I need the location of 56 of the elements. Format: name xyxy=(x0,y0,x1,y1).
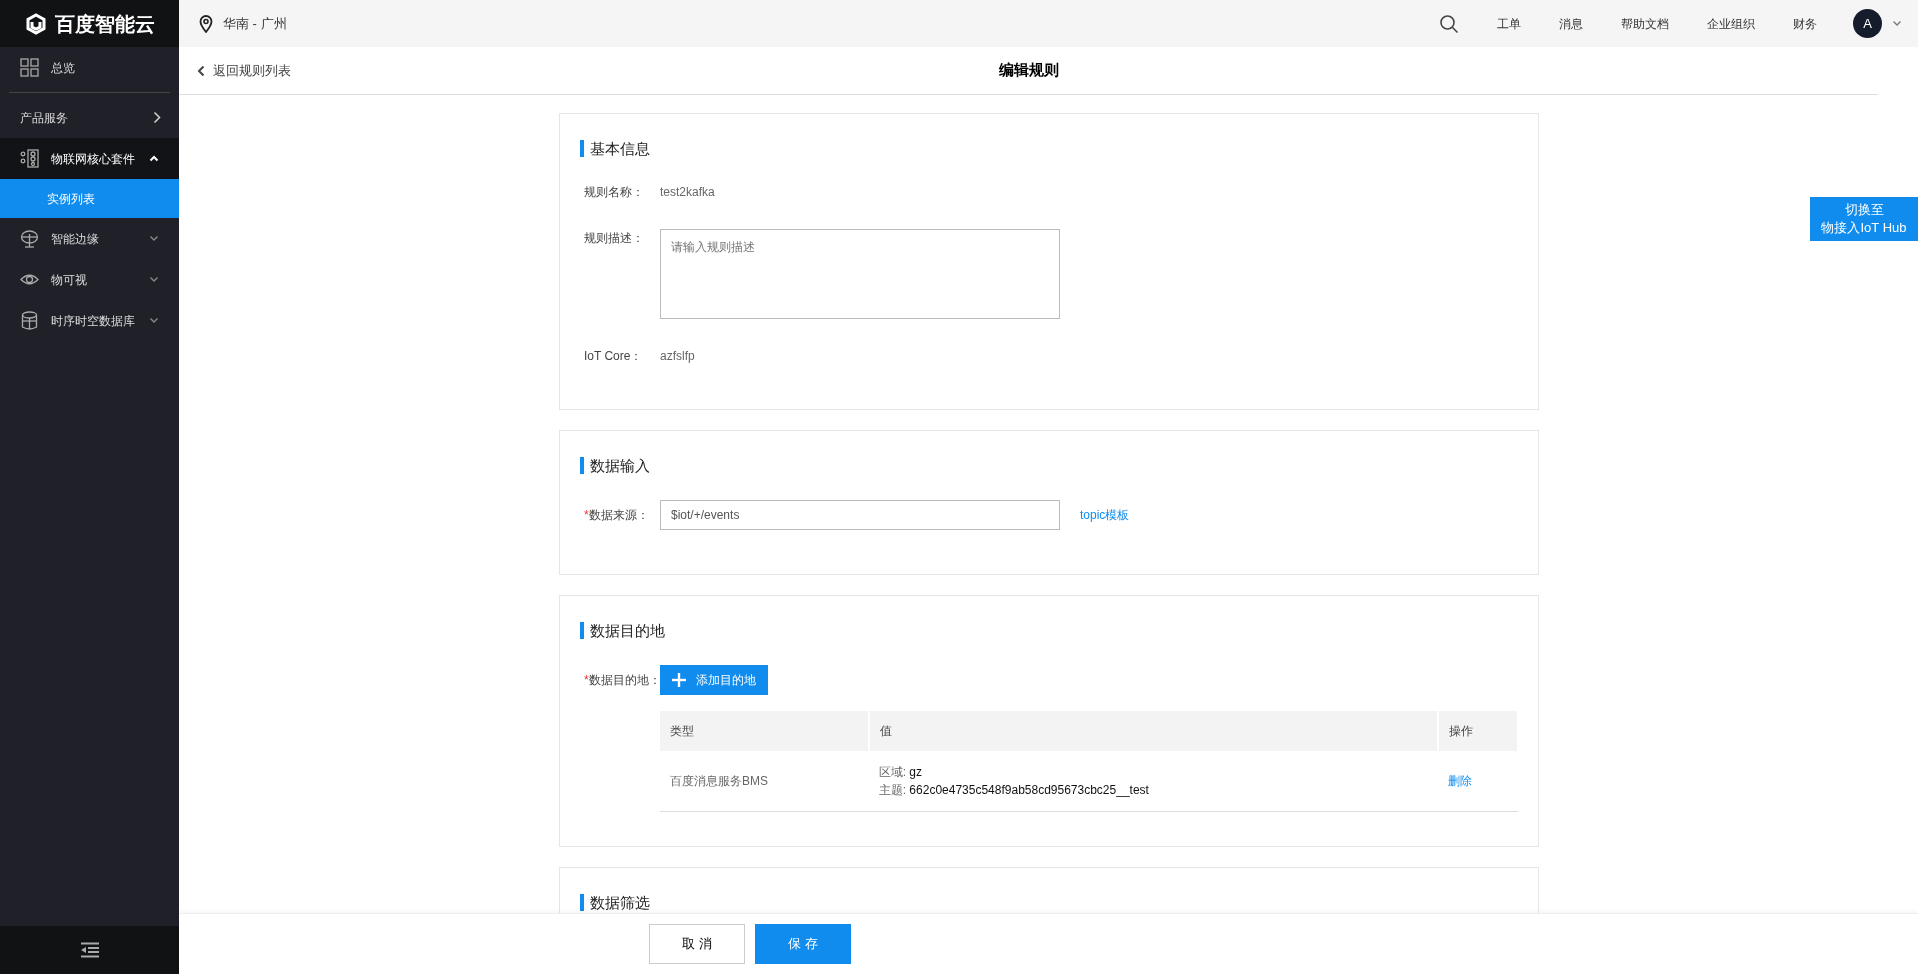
sidebar-item[interactable]: 物可视 xyxy=(0,259,179,300)
save-button[interactable]: 保 存 xyxy=(755,924,851,964)
nav-link[interactable]: 工单 xyxy=(1497,14,1521,33)
description-field[interactable]: 请输入规则描述 xyxy=(660,229,1060,319)
search-icon xyxy=(1439,13,1459,34)
collapse-menu-icon xyxy=(79,942,100,958)
nav-link[interactable]: 消息 xyxy=(1559,14,1583,33)
plus-icon xyxy=(672,673,686,687)
delete-link[interactable]: 删除 xyxy=(1448,773,1473,788)
nav-link[interactable]: 企业组织 xyxy=(1707,14,1755,33)
avatar[interactable]: A xyxy=(1853,9,1882,38)
cancel-button[interactable]: 取 消 xyxy=(649,924,745,964)
section-title: 基本信息 xyxy=(580,140,1518,157)
region-label[interactable]: 华南 - 广州 xyxy=(223,13,287,34)
chevron-down-icon xyxy=(149,317,159,324)
back-link[interactable]: 返回规则列表 xyxy=(197,60,291,81)
column-header: 类型 xyxy=(660,711,869,751)
field-label: *数据来源： xyxy=(583,507,650,524)
sidebar-subitem[interactable]: 实例列表 xyxy=(0,179,179,218)
nav-link[interactable]: 帮助文档 xyxy=(1621,14,1669,33)
source-field[interactable]: $iot/+/events xyxy=(660,500,1060,530)
field-value: azfslfp xyxy=(660,348,695,365)
column-header: 操作 xyxy=(1438,711,1518,751)
globe-stand-icon xyxy=(20,229,39,248)
section-title: 数据目的地 xyxy=(580,622,1518,639)
topic-template-link[interactable]: topic模板 xyxy=(1080,500,1130,530)
field-value: test2kafka xyxy=(660,184,715,201)
sidebar-item[interactable]: 物联网核心套件 xyxy=(0,138,179,179)
section-title: 数据输入 xyxy=(580,457,1518,474)
field-label: 规则描述： xyxy=(583,230,645,247)
field-label: *数据目的地： xyxy=(583,672,660,689)
chevron-left-icon xyxy=(197,64,205,77)
page-title: 编辑规则 xyxy=(998,60,1059,81)
field-label: 规则名称： xyxy=(583,184,645,201)
field-label: IoT Core： xyxy=(583,348,644,365)
sidebar-item[interactable]: 产品服务 xyxy=(0,97,179,138)
column-header: 值 xyxy=(868,711,1439,751)
switch-button[interactable]: 切换至 物接入IoT Hub xyxy=(1810,197,1918,241)
logo-text: 百度智能云 xyxy=(54,11,155,37)
chevron-down-icon xyxy=(149,276,159,283)
grid-icon xyxy=(20,58,39,77)
sidebar-item[interactable]: 时序时空数据库 xyxy=(0,300,179,341)
chevron-down-icon xyxy=(149,235,159,242)
database-icon xyxy=(20,311,39,330)
chevron-down-icon xyxy=(1892,20,1902,27)
sidebar-item[interactable]: 总览 xyxy=(0,47,179,88)
table-cell: 百度消息服务BMS xyxy=(660,751,869,811)
logo-icon xyxy=(24,12,47,35)
node-panel-icon xyxy=(20,149,39,168)
chevron-right-icon xyxy=(153,111,161,124)
location-pin-icon xyxy=(199,14,213,33)
sidebar-item[interactable]: 智能边缘 xyxy=(0,218,179,259)
caret-up-icon xyxy=(149,155,159,162)
table-cell: 区域: gz 主题: 662c0e4735c548f9ab58cd95673cbc25__test xyxy=(868,751,1439,811)
nav-link[interactable]: 财务 xyxy=(1793,14,1817,33)
add-destination-button[interactable]: 添加目的地 xyxy=(660,665,768,695)
